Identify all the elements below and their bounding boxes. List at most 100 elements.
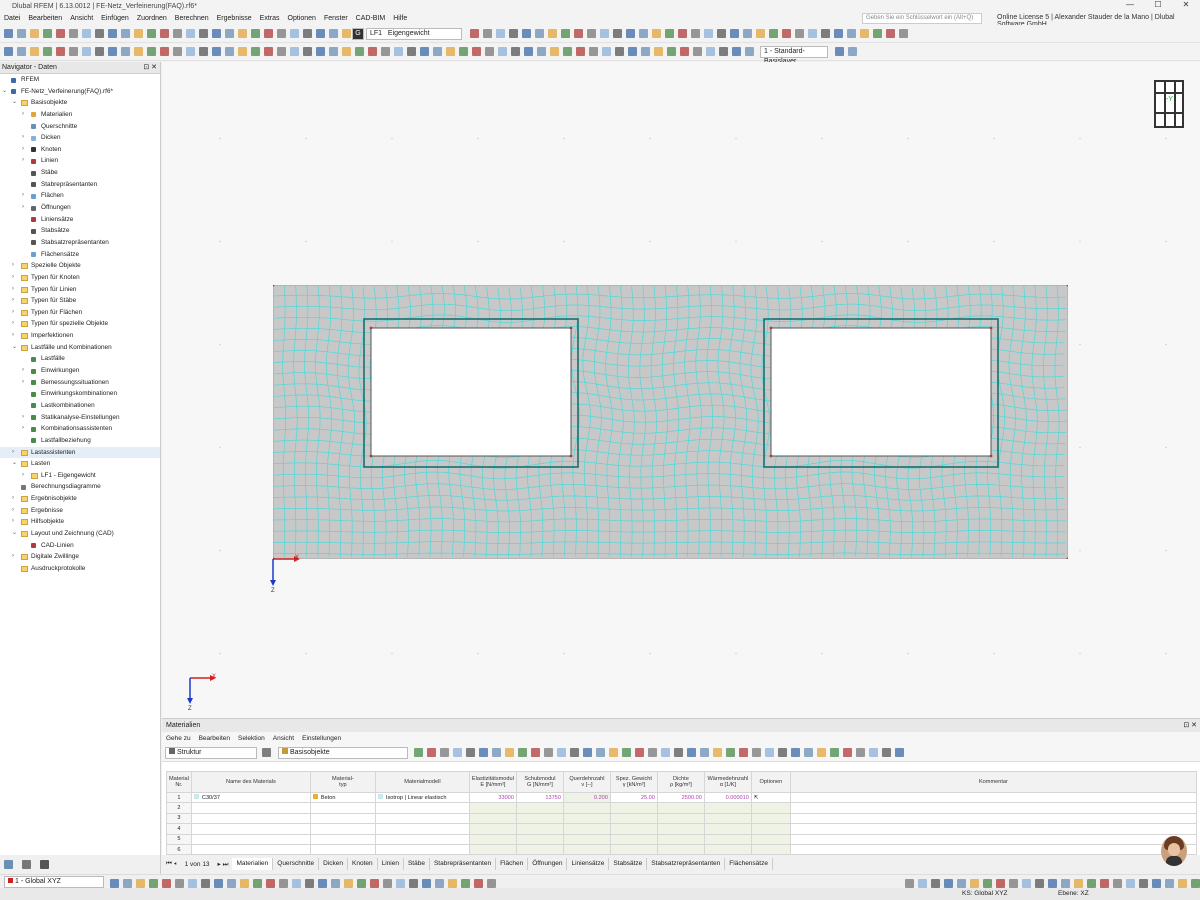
expand-arrow-icon[interactable]: › — [22, 202, 28, 214]
table-cell[interactable] — [656, 833, 705, 845]
structure-filter-select[interactable]: Struktur — [165, 747, 257, 759]
toolbar-tool-icon[interactable] — [492, 748, 501, 757]
toolbar-tool-icon[interactable] — [160, 29, 169, 38]
tree-item[interactable]: Stabsätze — [0, 225, 160, 237]
toolbar-tool-icon[interactable] — [765, 748, 774, 757]
toolbar-tool-icon[interactable] — [17, 29, 26, 38]
toolbar-tool-icon[interactable] — [574, 29, 583, 38]
maximize-button[interactable]: ☐ — [1144, 0, 1172, 9]
expand-arrow-icon[interactable]: › — [22, 155, 28, 167]
toolbar-tool-icon[interactable] — [639, 29, 648, 38]
toolbar-tool-icon[interactable] — [583, 748, 592, 757]
table-cell[interactable] — [609, 812, 658, 825]
table-cell[interactable] — [609, 843, 658, 856]
toolbar-tool-icon[interactable] — [678, 29, 687, 38]
expand-arrow-icon[interactable]: › — [12, 295, 18, 307]
toolbar-tool-icon[interactable] — [435, 879, 444, 888]
toolbar-tool-icon[interactable] — [769, 29, 778, 38]
toolbar-tool-icon[interactable] — [474, 879, 483, 888]
toolbar-tool-icon[interactable] — [201, 879, 210, 888]
toolbar-tool-icon[interactable] — [635, 748, 644, 757]
toolbar-tool-icon[interactable] — [719, 47, 728, 56]
table-tab[interactable]: Linien — [378, 858, 404, 870]
column-header[interactable]: Elastizitätsmodul E [N/mm²] — [468, 771, 517, 793]
table-cell[interactable] — [309, 802, 376, 814]
toolbar-tool-icon[interactable] — [394, 47, 403, 56]
toolbar-tool-icon[interactable] — [82, 47, 91, 56]
panel-menu-selektion[interactable]: Selektion — [234, 735, 269, 742]
toolbar-tool-icon[interactable] — [732, 47, 741, 56]
toolbar-tool-icon[interactable] — [654, 47, 663, 56]
toolbar-tool-icon[interactable] — [848, 47, 857, 56]
toolbar-tool-icon[interactable] — [869, 748, 878, 757]
toolbar-tool-icon[interactable] — [1139, 879, 1148, 888]
table-cell[interactable] — [309, 823, 376, 835]
pager-first-icon[interactable]: ⏮ ◂ — [162, 860, 181, 868]
toolbar-tool-icon[interactable] — [470, 29, 479, 38]
toolbar-tool-icon[interactable] — [745, 47, 754, 56]
toolbar-tool-icon[interactable] — [589, 47, 598, 56]
toolbar-tool-icon[interactable] — [30, 29, 39, 38]
table-cell[interactable] — [656, 802, 705, 814]
toolbar-tool-icon[interactable] — [641, 47, 650, 56]
tree-item[interactable]: Lastfallbeziehung — [0, 435, 160, 447]
toolbar-tool-icon[interactable] — [576, 47, 585, 56]
toolbar-tool-icon[interactable] — [316, 29, 325, 38]
toolbar-tool-icon[interactable] — [121, 29, 130, 38]
table-cell[interactable] — [515, 833, 564, 845]
tree-item[interactable]: › Flächen — [0, 190, 160, 202]
expand-arrow-icon[interactable]: › — [22, 144, 28, 156]
toolbar-tool-icon[interactable] — [381, 47, 390, 56]
table-tab[interactable]: Querschnitte — [273, 858, 320, 870]
table-cell[interactable] — [515, 812, 564, 825]
toolbar-tool-icon[interactable] — [225, 29, 234, 38]
toolbar-tool-icon[interactable] — [615, 47, 624, 56]
table-cell[interactable]: 1 — [166, 791, 192, 804]
toolbar-tool-icon[interactable] — [791, 748, 800, 757]
table-tab[interactable]: Dicken — [319, 858, 348, 870]
column-header[interactable]: Dichte ρ [kg/m³] — [656, 771, 705, 793]
expand-arrow-icon[interactable]: › — [22, 365, 28, 377]
toolbar-tool-icon[interactable] — [357, 879, 366, 888]
panel-menu-einstellungen[interactable]: Einstellungen — [298, 735, 345, 742]
tree-item[interactable]: › Statikanalyse-Einstellungen — [0, 412, 160, 424]
expand-arrow-icon[interactable]: › — [22, 470, 28, 482]
toolbar-tool-icon[interactable] — [856, 748, 865, 757]
table-cell[interactable] — [374, 812, 470, 825]
toolbar-tool-icon[interactable] — [448, 879, 457, 888]
toolbar-tool-icon[interactable] — [175, 879, 184, 888]
toolbar-tool-icon[interactable] — [957, 879, 966, 888]
tree-item[interactable]: › Dicken — [0, 132, 160, 144]
toolbar-tool-icon[interactable] — [600, 29, 609, 38]
table-cell[interactable]: 0.200 — [562, 791, 611, 804]
table-cell[interactable] — [656, 843, 705, 856]
table-tab[interactable]: Knoten — [348, 858, 378, 870]
expand-arrow-icon[interactable]: › — [22, 109, 28, 121]
tree-item[interactable]: › Materialien — [0, 109, 160, 121]
column-header[interactable]: Optionen — [750, 771, 791, 793]
tree-item[interactable]: › Bemessungssituationen — [0, 377, 160, 389]
toolbar-tool-icon[interactable] — [691, 29, 700, 38]
pager-next-icon[interactable]: ▸ ⏭ — [214, 860, 233, 869]
toolbar-tool-icon[interactable] — [290, 29, 299, 38]
table-cell[interactable] — [789, 791, 1197, 804]
table-cell[interactable] — [309, 843, 376, 856]
table-cell[interactable]: 4 — [166, 823, 192, 835]
toolbar-tool-icon[interactable] — [292, 879, 301, 888]
toolbar-tool-icon[interactable] — [108, 29, 117, 38]
toolbar-tool-icon[interactable] — [420, 47, 429, 56]
table-cell[interactable]: 0.000010 — [703, 791, 752, 804]
expand-arrow-icon[interactable]: › — [12, 307, 18, 319]
menu-einfuegen[interactable]: Einfügen — [97, 15, 133, 22]
toolbar-tool-icon[interactable] — [1087, 879, 1096, 888]
expand-arrow-icon[interactable]: › — [12, 516, 18, 528]
assistant-avatar[interactable] — [1161, 836, 1187, 866]
expand-arrow-icon[interactable]: › — [22, 423, 28, 435]
toolbar-tool-icon[interactable] — [548, 29, 557, 38]
table-cell[interactable] — [789, 812, 1197, 825]
toolbar-tool-icon[interactable] — [524, 47, 533, 56]
tree-item[interactable]: RFEM — [0, 74, 160, 86]
toolbar-tool-icon[interactable] — [537, 47, 546, 56]
toolbar-tool-icon[interactable] — [550, 47, 559, 56]
toolbar-tool-icon[interactable] — [4, 29, 13, 38]
